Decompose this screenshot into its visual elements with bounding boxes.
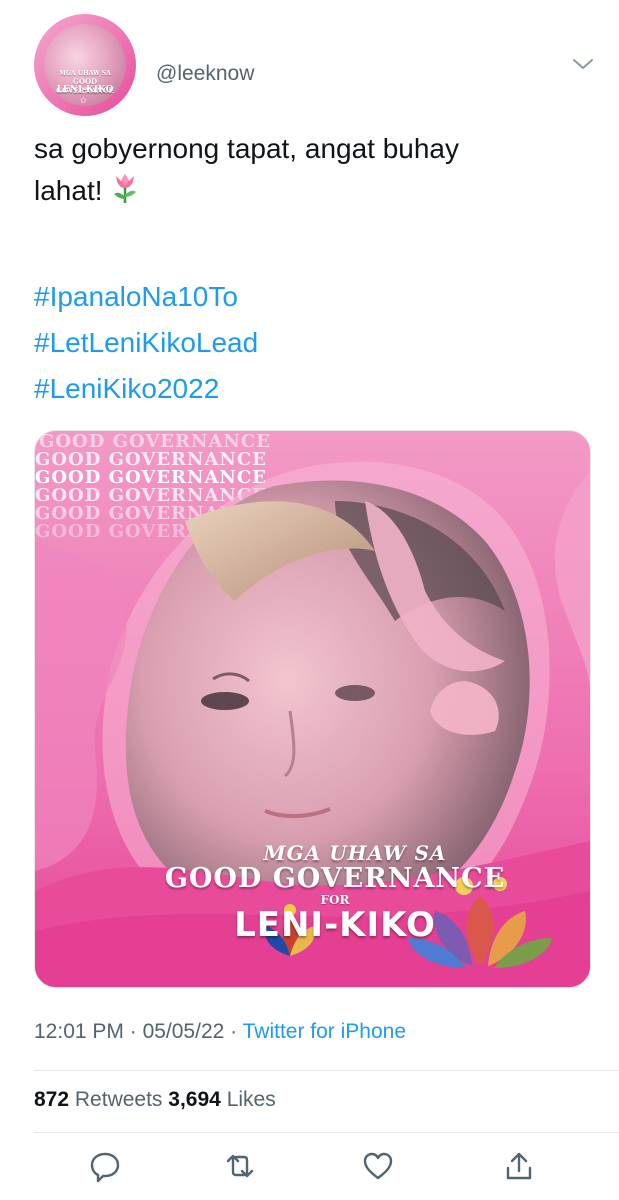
retweets-count: 872 (34, 1088, 70, 1111)
avatar[interactable]: MGA UHAW SA GOOD GOVERNANCE LENI-KIKO ✿ (34, 14, 136, 116)
tweet-text-line2: lahat! (34, 175, 103, 206)
media-caption-line2: GOOD GOVERNANCE (164, 863, 506, 894)
media-caption-line4: LENI-KIKO (234, 905, 436, 945)
hashtag-link[interactable]: #IpanaloNa10To (34, 274, 258, 320)
likes-count: 3,694 (168, 1088, 221, 1111)
tulip-icon (111, 172, 139, 216)
tweet-meta: 12:01 PM · 05/05/22 · Twitter for iPhone (34, 1020, 406, 1044)
separator-dot: · (230, 1020, 243, 1043)
share-icon[interactable] (501, 1148, 537, 1184)
likes-label: Likes (226, 1088, 276, 1111)
flower-icon: ✿ (80, 96, 87, 105)
retweet-icon[interactable] (222, 1148, 258, 1184)
separator-dot: · (129, 1020, 143, 1043)
tweet-text-line1: sa gobyernong tapat, angat buhay (34, 133, 460, 164)
tweet-media-image[interactable]: GOOD GOVERNANCE GOOD GOVERNANCE GOOD GOV… (34, 430, 591, 988)
tweet-time: 12:01 PM (34, 1020, 124, 1043)
like-icon[interactable] (360, 1148, 396, 1184)
user-handle[interactable]: @leeknow (156, 62, 254, 86)
retweets-stat[interactable]: 872 Retweets (34, 1088, 162, 1111)
tweet-text: sa gobyernong tapat, angat buhay lahat! (34, 128, 594, 216)
tweet-date: 05/05/22 (142, 1020, 225, 1043)
hashtag-link[interactable]: #LetLeniKikoLead (34, 320, 258, 366)
media-caption-line1: MGA UHAW SA (263, 841, 447, 865)
avatar-caption-line3: LENI-KIKO (56, 85, 114, 95)
tweet-stats: 872 Retweets 3,694 Likes (34, 1088, 276, 1112)
hashtag-link[interactable]: #LeniKiko2022 (34, 366, 258, 412)
likes-stat[interactable]: 3,694 Likes (168, 1088, 275, 1111)
tweet-header: MGA UHAW SA GOOD GOVERNANCE LENI-KIKO ✿ … (34, 14, 594, 134)
retweets-label: Retweets (74, 1088, 163, 1111)
action-bar (0, 1148, 619, 1188)
divider (34, 1070, 619, 1071)
hashtag-list: #IpanaloNa10To #LetLeniKikoLead #LeniKik… (34, 274, 258, 412)
tweet-source-link[interactable]: Twitter for iPhone (243, 1020, 406, 1043)
tweet-text-line2-row: lahat! (34, 170, 594, 216)
divider (34, 1132, 619, 1133)
chevron-down-icon[interactable] (572, 54, 594, 74)
avatar-caption-line1: MGA UHAW SA (59, 70, 111, 77)
reply-icon[interactable] (87, 1148, 123, 1184)
